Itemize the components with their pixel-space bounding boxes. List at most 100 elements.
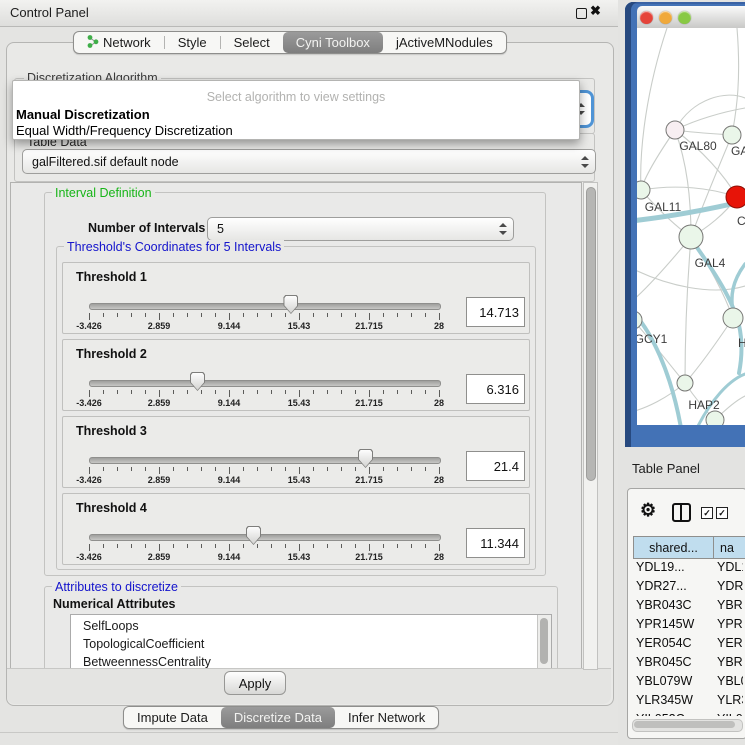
table-row[interactable]: YDL19...YDL1 <box>629 558 743 577</box>
slider-tick <box>313 544 314 548</box>
checkbox-icon[interactable]: ✓ <box>701 507 713 519</box>
gear-icon[interactable]: ⚙ <box>640 500 656 521</box>
slider-tick <box>425 390 426 394</box>
slider-tick <box>355 313 356 317</box>
numerical-attributes-list[interactable]: SelfLoopsTopologicalCoefficientBetweenne… <box>70 614 552 670</box>
table-row[interactable]: YPR145WYPR1 <box>629 615 743 634</box>
slider-track[interactable] <box>89 534 441 541</box>
slider-thumb[interactable] <box>358 449 373 468</box>
slider-tick-label: 15.43 <box>288 398 311 408</box>
bottom-tab-discretize-data[interactable]: Discretize Data <box>221 707 335 728</box>
threshold-value-field[interactable]: 21.4 <box>466 451 525 481</box>
network-edge <box>641 130 675 190</box>
float-window-icon[interactable] <box>576 8 587 19</box>
threshold-value-field[interactable]: 6.316 <box>466 374 525 404</box>
table-row[interactable]: YLR345WYLR3 <box>629 691 743 710</box>
tab-style[interactable]: Style <box>165 32 220 53</box>
network-node-h[interactable] <box>723 308 743 328</box>
zoom-traffic-light[interactable] <box>678 11 691 24</box>
panel-scrollbar-thumb[interactable] <box>586 187 596 481</box>
number-of-intervals-combobox[interactable]: 5 <box>207 217 514 241</box>
slider-thumb-face <box>359 450 372 467</box>
network-node[interactable] <box>706 411 724 425</box>
column-header-name[interactable]: na <box>713 536 745 559</box>
table-row[interactable]: YBR043CYBR0 <box>629 596 743 615</box>
slider-thumb[interactable] <box>283 295 298 314</box>
close-icon[interactable]: ✖ <box>590 3 601 19</box>
tab-label: jActiveMNodules <box>396 35 493 50</box>
slider-tick <box>383 390 384 394</box>
table-hscrollbar[interactable] <box>632 719 743 732</box>
network-node-label: GCY1 <box>637 332 668 346</box>
network-node-hap2[interactable] <box>677 375 693 391</box>
slider-thumb[interactable] <box>246 526 261 545</box>
bottom-tab-impute-data[interactable]: Impute Data <box>124 707 221 728</box>
slider-tick <box>89 313 90 320</box>
slider-tick <box>327 467 328 471</box>
minimize-traffic-light[interactable] <box>659 11 672 24</box>
slider-tick <box>271 390 272 394</box>
bottom-tab-infer-network[interactable]: Infer Network <box>335 707 438 728</box>
network-canvas[interactable]: GAL80GACGAL11GAL4GCY1HHAP2 <box>637 28 745 425</box>
list-item[interactable]: TopologicalCoefficient <box>83 635 204 653</box>
panel-scrollbar[interactable] <box>583 182 598 670</box>
slider-tick-label: 21.715 <box>355 552 383 562</box>
slider-tick <box>313 467 314 471</box>
slider-tick <box>159 390 160 397</box>
slider-tick-label: 2.859 <box>148 321 171 331</box>
slider-tick <box>131 313 132 317</box>
threshold-label: Threshold 1 <box>76 270 147 284</box>
interval-definition-title: Interval Definition <box>52 186 155 200</box>
network-node-gcy1[interactable] <box>637 311 642 329</box>
slider-tick <box>187 390 188 394</box>
threshold-value-field[interactable]: 14.713 <box>466 297 525 327</box>
slider-tick <box>397 544 398 548</box>
table-row[interactable]: YER054CYER0 <box>629 634 743 653</box>
table-hscrollbar-thumb[interactable] <box>634 721 735 728</box>
tab-jactivemnodules[interactable]: jActiveMNodules <box>383 32 506 53</box>
tab-select[interactable]: Select <box>221 32 283 53</box>
list-scrollbar[interactable] <box>537 615 551 669</box>
slider-tick <box>383 544 384 548</box>
tab-network[interactable]: Network <box>74 32 164 53</box>
threshold-label: Threshold 4 <box>76 501 147 515</box>
screen: Control Panel ✖ Discretization Algorithm… <box>0 0 745 745</box>
network-node-c[interactable] <box>726 186 745 208</box>
table-row[interactable]: YIL052CYIL0 <box>629 710 743 716</box>
slider-track[interactable] <box>89 303 441 310</box>
network-node-gal80[interactable] <box>666 121 684 139</box>
slider-tick <box>229 313 230 320</box>
threshold-value-field[interactable]: 11.344 <box>466 528 525 558</box>
close-traffic-light[interactable] <box>640 11 653 24</box>
slider-tick <box>383 313 384 317</box>
slider-tick-label: 21.715 <box>355 475 383 485</box>
network-node-gal11[interactable] <box>637 181 650 199</box>
slider-thumb[interactable] <box>190 372 205 391</box>
slider-tick <box>313 390 314 394</box>
table-data-combobox[interactable]: galFiltered.sif default node <box>22 149 596 174</box>
network-node-label: GAL80 <box>679 139 717 153</box>
table-row[interactable]: YBR045CYBR0 <box>629 653 743 672</box>
checkbox-icon[interactable]: ✓ <box>716 507 728 519</box>
network-edge <box>641 28 667 190</box>
slider-tick <box>131 467 132 471</box>
slider-track[interactable] <box>89 457 441 464</box>
table-row[interactable]: YDR27...YDR2 <box>629 577 743 596</box>
column-header-shared-name[interactable]: shared... <box>633 536 714 559</box>
network-node-ga[interactable] <box>723 126 741 144</box>
slider-tick-label: -3.426 <box>76 475 102 485</box>
slider-tick <box>341 313 342 317</box>
tab-cyni-toolbox[interactable]: Cyni Toolbox <box>283 32 383 53</box>
tab-label: Select <box>234 35 270 50</box>
network-node-gal4[interactable] <box>679 225 703 249</box>
network-node-label: C <box>737 214 745 228</box>
split-columns-icon[interactable] <box>672 503 691 522</box>
apply-button[interactable]: Apply <box>224 671 286 695</box>
dropdown-option-equal-width[interactable]: Equal Width/Frequency Discretization <box>16 123 233 138</box>
list-item[interactable]: SelfLoops <box>83 617 139 635</box>
row-shared-name-cell: YBR043C <box>636 598 692 612</box>
list-scrollbar-thumb[interactable] <box>540 618 548 664</box>
slider-track[interactable] <box>89 380 441 387</box>
table-row[interactable]: YBL079WYBL0 <box>629 672 743 691</box>
dropdown-option-manual[interactable]: Manual Discretization <box>16 107 150 122</box>
